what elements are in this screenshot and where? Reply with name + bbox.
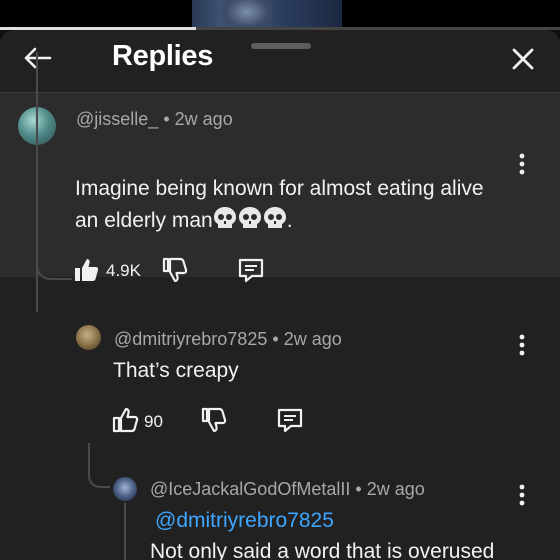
meta-separator: •	[355, 479, 362, 499]
dislike-icon[interactable]	[160, 256, 188, 284]
like-icon[interactable]	[111, 406, 139, 434]
avatar[interactable]	[113, 477, 137, 501]
meta-separator: •	[272, 329, 279, 349]
comment-handle[interactable]: @IceJackalGodOfMetalII	[150, 479, 350, 499]
comment-handle[interactable]: @jisselle_	[76, 109, 158, 129]
comment-time: 2w ago	[174, 109, 233, 129]
comment-meta: @jisselle_ • 2w ago	[76, 109, 233, 130]
more-options-icon[interactable]	[519, 153, 525, 175]
skull-emoji-icon	[213, 207, 286, 228]
more-options-icon[interactable]	[519, 484, 525, 506]
reply-icon[interactable]	[237, 256, 265, 284]
comment-text-line: an elderly man .	[75, 205, 293, 236]
like-filled-icon[interactable]	[72, 256, 100, 284]
comment-mention-link[interactable]: @dmitriyrebro7825	[155, 505, 334, 536]
comment-meta: @IceJackalGodOfMetalII • 2w ago	[150, 479, 425, 500]
arrow-left-icon[interactable]	[20, 40, 56, 76]
comment-text-line: Imagine being known for almost eating al…	[75, 177, 484, 200]
comment-meta: @dmitriyrebro7825 • 2w ago	[114, 329, 342, 350]
parent-comment: @jisselle_ • 2w ago Imagine being known …	[0, 93, 560, 283]
page-title: Replies	[112, 40, 214, 72]
video-player-strip[interactable]	[0, 0, 560, 30]
comment-handle[interactable]: @dmitriyrebro7825	[114, 329, 267, 349]
dislike-icon[interactable]	[199, 406, 227, 434]
more-options-icon[interactable]	[519, 334, 525, 356]
comment-time: 2w ago	[283, 329, 342, 349]
comment-time: 2w ago	[366, 479, 425, 499]
meta-separator: •	[163, 109, 170, 129]
comment-text-line: Not only said a word that is overused	[150, 540, 495, 560]
like-count: 90	[144, 412, 163, 431]
reply-icon[interactable]	[276, 406, 304, 434]
thread-line	[124, 503, 126, 560]
like-count: 4.9K	[106, 261, 141, 280]
thread-connector	[36, 258, 72, 280]
comment-text-line: That’s creapy	[113, 359, 239, 382]
video-thumbnail	[192, 0, 342, 30]
replies-header: Replies	[0, 30, 560, 92]
close-icon[interactable]	[506, 42, 540, 76]
avatar[interactable]	[76, 325, 101, 350]
